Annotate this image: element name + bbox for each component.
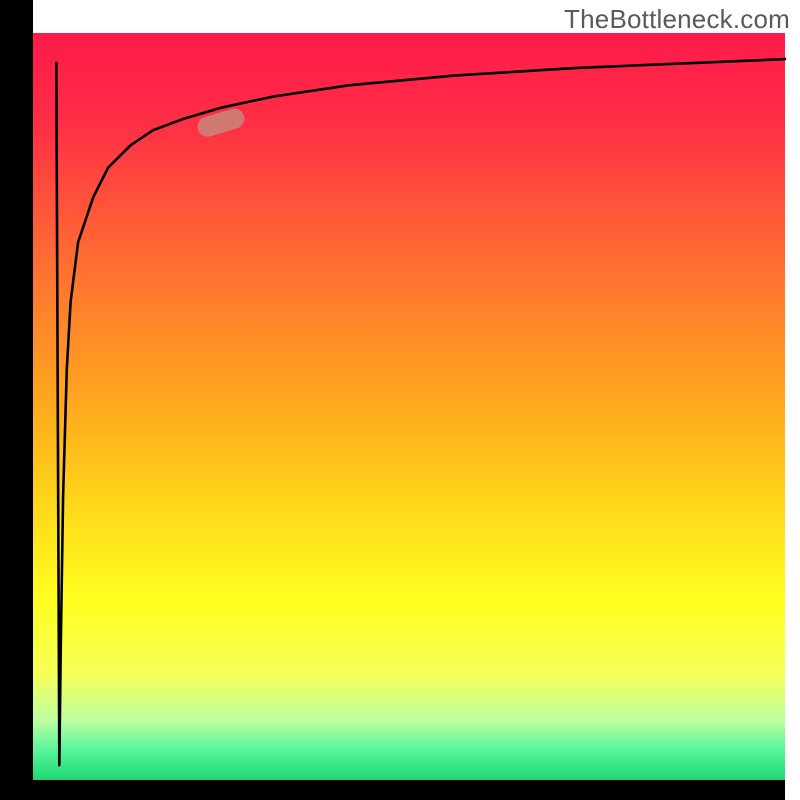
chart-stage: TheBottleneck.com	[0, 0, 800, 800]
axis-frame-left	[0, 0, 33, 800]
plot-background	[33, 33, 785, 780]
watermark-text: TheBottleneck.com	[564, 4, 790, 35]
axis-frame-bottom	[0, 780, 785, 800]
bottleneck-chart	[0, 0, 800, 800]
